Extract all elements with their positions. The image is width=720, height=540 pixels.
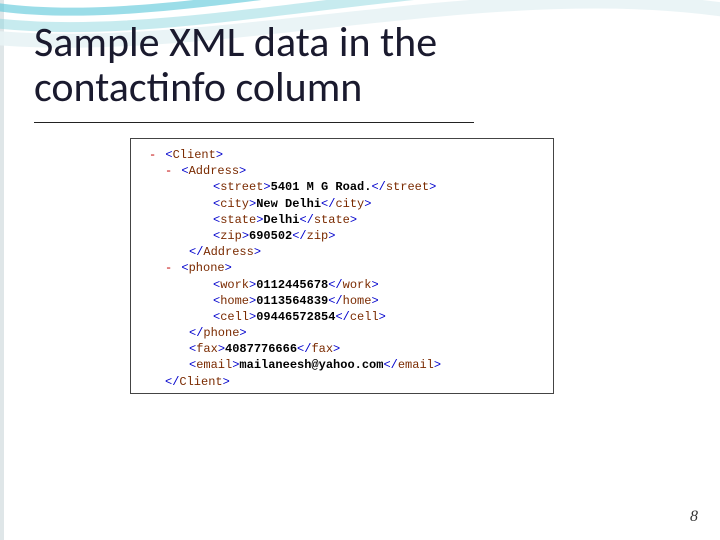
page-number: 8: [690, 508, 698, 526]
title-line-1: Sample XML data in the: [34, 17, 437, 68]
title-underline: [34, 122, 474, 123]
left-margin-bar: [0, 0, 4, 540]
title-line-2: contactinfo column: [34, 62, 362, 113]
slide-title: Sample XML data in the contactinfo colum…: [34, 20, 437, 111]
xml-sample-box: - <Client>- <Address><street>5401 M G Ro…: [130, 138, 554, 394]
